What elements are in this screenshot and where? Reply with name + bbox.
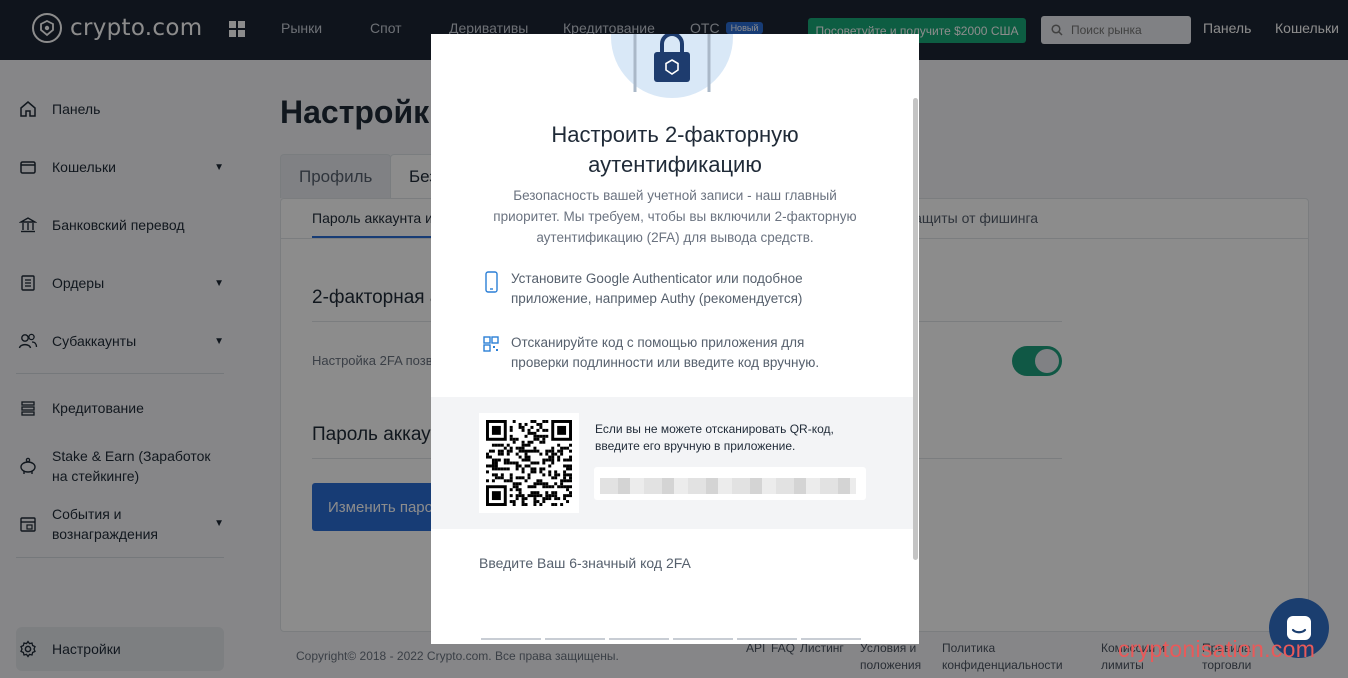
modal-title: Настроить 2-факторную аутентификацию [551, 122, 799, 177]
code-digit-input[interactable] [673, 638, 733, 640]
modal-description: Безопасность вашей учетной записи - наш … [493, 188, 857, 245]
qr-code-image [486, 420, 572, 506]
step-install-app-text: Установите Google Authenticator или подо… [511, 271, 803, 306]
step-scan-code: Отсканируйте код с помощью приложения дл… [483, 333, 863, 373]
code-digit-input[interactable] [737, 638, 797, 640]
site-watermark: cryptonisation.com [1118, 636, 1316, 662]
code-digit-input[interactable] [801, 638, 861, 640]
qr-code [479, 413, 579, 513]
smartphone-icon [485, 271, 498, 293]
enter-code-label: Введите Ваш 6-значный код 2FA [479, 555, 691, 571]
qr-scan-icon [483, 336, 499, 352]
qr-instructions: Если вы не можете отсканировать QR-код, … [595, 422, 834, 453]
modal-scrollbar[interactable] [913, 98, 918, 560]
code-digit-input[interactable] [609, 638, 669, 640]
setup-2fa-modal: Настроить 2-факторную аутентификацию Без… [431, 34, 919, 644]
padlock-icon [633, 34, 711, 92]
blurred-secret-key [600, 478, 856, 494]
step-install-app: Установите Google Authenticator или подо… [483, 269, 853, 309]
step-scan-code-text: Отсканируйте код с помощью приложения дл… [511, 335, 820, 370]
code-digit-input[interactable] [481, 638, 541, 640]
code-digit-input[interactable] [545, 638, 605, 640]
